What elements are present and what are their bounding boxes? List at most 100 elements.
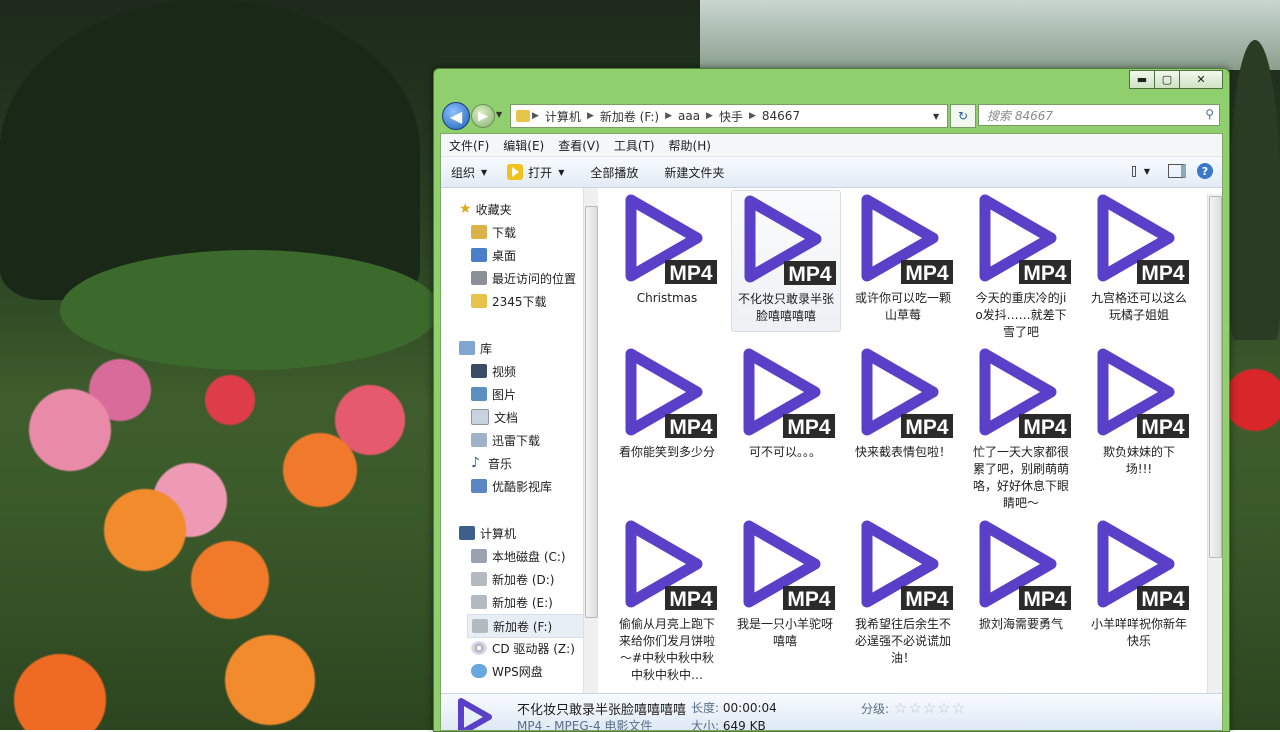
forward-button[interactable]: ▶ [471, 104, 495, 128]
nav-favorites[interactable]: ★ 收藏夹 [459, 198, 512, 220]
nav-recent-places[interactable]: 最近访问的位置 [471, 267, 576, 289]
nav-pictures[interactable]: 图片 [471, 383, 516, 405]
breadcrumb-kuaishou[interactable]: 快手 [719, 108, 743, 125]
file-item[interactable]: MP4 或许你可以吃一颗山草莓 [849, 190, 957, 330]
mp4-badge: MP4 [669, 262, 713, 285]
nav-drive-f[interactable]: 新加卷 (F:) [467, 614, 598, 638]
file-item[interactable]: MP4 掀刘海需要勇气 [967, 516, 1075, 656]
nav-label: 计算机 [480, 526, 517, 541]
breadcrumb-drive-f[interactable]: 新加卷 (F:) [600, 108, 659, 125]
file-item[interactable]: MP4 看你能笑到多少分 [613, 344, 721, 484]
nav-scroll-thumb[interactable] [585, 206, 598, 618]
view-icon [1132, 165, 1136, 177]
chevron-down-icon: ▼ [1143, 166, 1150, 176]
play-all-button[interactable]: 全部播放 [580, 157, 648, 187]
bush-shape [60, 250, 440, 370]
breadcrumb-computer[interactable]: 计算机 [545, 108, 581, 125]
nav-drive-e[interactable]: 新加卷 (E:) [471, 591, 553, 613]
search-icon[interactable]: ⚲ [1205, 107, 1214, 121]
breadcrumb-aaa[interactable]: aaa [678, 109, 700, 123]
close-button[interactable]: ✕ [1179, 70, 1223, 89]
file-item[interactable]: MP4 可不可以。。。 [731, 344, 839, 484]
breadcrumb-84667[interactable]: 84667 [762, 109, 800, 123]
rating-star-icon[interactable]: ☆ [937, 699, 950, 717]
recent-pages-dropdown-icon[interactable]: ▼ [496, 110, 502, 119]
mp4-badge: MP4 [1023, 416, 1067, 439]
nav-label: 新加卷 (D:) [492, 572, 555, 587]
help-button[interactable]: ? [1196, 163, 1214, 179]
address-bar[interactable]: ▶ 计算机 ▶ 新加卷 (F:) ▶ aaa ▶ 快手 ▶ 84667 ▼ [510, 104, 948, 128]
file-name: 今天的重庆冷的jio发抖……就差下雪了吧 [975, 291, 1067, 339]
new-folder-button[interactable]: 新建文件夹 [654, 157, 734, 187]
file-item[interactable]: MP4 欺负妹妹的下场!!! [1085, 344, 1193, 484]
organize-button[interactable]: 组织 ▼ [441, 157, 497, 187]
maximize-button[interactable]: ▢ [1154, 70, 1180, 89]
nav-downloads[interactable]: 下载 [471, 221, 516, 243]
menu-tools[interactable]: 工具(T) [614, 137, 655, 154]
rating-star-icon[interactable]: ☆ [894, 699, 907, 717]
files-scroll-thumb[interactable] [1209, 196, 1222, 558]
file-name: 我是一只小羊驼呀嘻嘻 [737, 617, 834, 648]
nav-documents[interactable]: 文档 [471, 406, 518, 428]
forward-arrow-icon: ▶ [478, 108, 488, 124]
file-item[interactable]: MP4 我是一只小羊驼呀嘻嘻 [731, 516, 839, 656]
file-item[interactable]: MP4 今天的重庆冷的jio发抖……就差下雪了吧 [967, 190, 1075, 339]
nav-computer[interactable]: 计算机 [459, 522, 516, 544]
search-input[interactable]: 搜索 84667 ⚲ [978, 104, 1220, 126]
menu-help[interactable]: 帮助(H) [669, 137, 711, 154]
file-item[interactable]: MP4 快来截表情包啦！ [849, 344, 957, 484]
nav-drive-c[interactable]: 本地磁盘 (C:) [471, 545, 566, 567]
youku-library-icon [471, 479, 487, 493]
star-icon: ★ [459, 201, 472, 217]
mp4-video-icon: MP4 [1097, 520, 1189, 611]
menu-edit[interactable]: 编辑(E) [503, 137, 544, 154]
nav-wps-cloud[interactable]: WPS网盘 [471, 660, 543, 682]
rating-stars[interactable]: ☆☆☆☆☆ [893, 699, 965, 717]
address-dropdown-icon[interactable]: ▼ [933, 112, 939, 121]
file-item[interactable]: MP4 偷偷从月亮上跑下来给你们发月饼啦～#中秋中秋中秋中秋中秋中… [613, 516, 721, 682]
mp4-video-icon: MP4 [861, 194, 953, 285]
file-name: 欺负妹妹的下场!!! [1102, 445, 1175, 476]
mp4-badge: MP4 [905, 262, 949, 285]
nav-desktop[interactable]: 桌面 [471, 244, 516, 266]
back-button[interactable]: ◀ [442, 102, 470, 130]
open-button[interactable]: 打开 ▼ [497, 157, 574, 187]
preview-pane-button[interactable] [1168, 163, 1186, 179]
nav-label: 新加卷 (F:) [493, 619, 553, 634]
nav-cd-drive[interactable]: CD 驱动器 (Z:) [471, 637, 575, 659]
mp4-badge: MP4 [788, 263, 832, 286]
details-pane: 不化妆只敢录半张脸嘻嘻嘻嘻 MP4 - MPEG-4 电影文件 长度: 00:0… [441, 693, 1222, 730]
file-item[interactable]: MP4 小羊咩咩祝你新年快乐 [1085, 516, 1193, 656]
nav-youku-library[interactable]: 优酷影视库 [471, 475, 552, 497]
change-view-button[interactable]: ▼ [1132, 163, 1150, 179]
refresh-button[interactable]: ↻ [950, 104, 976, 128]
navigation-row: ◀ ▶ ▼ ▶ 计算机 ▶ 新加卷 (F:) ▶ aaa ▶ 快手 ▶ 8466… [440, 99, 1223, 130]
mp4-badge: MP4 [905, 416, 949, 439]
menu-file[interactable]: 文件(F) [449, 137, 489, 154]
nav-videos[interactable]: 视频 [471, 360, 516, 382]
player-app-icon [507, 164, 524, 180]
rating-star-icon[interactable]: ☆ [923, 699, 936, 717]
nav-2345-downloads[interactable]: 2345下载 [471, 290, 547, 312]
file-item[interactable]: MP4 我希望往后余生不必逞强不必说谎加油！ [849, 516, 957, 665]
minimize-button[interactable]: ▬ [1129, 70, 1155, 89]
file-item[interactable]: MP4 忙了一天大家都很累了吧，别刷萌萌咯，好好休息下眼睛吧～ [967, 344, 1075, 510]
nav-drive-d[interactable]: 新加卷 (D:) [471, 568, 554, 590]
nav-label: CD 驱动器 (Z:) [492, 641, 575, 656]
file-name: 掀刘海需要勇气 [978, 617, 1063, 631]
nav-label: 图片 [492, 387, 517, 402]
files-scrollbar[interactable] [1207, 194, 1222, 694]
file-item[interactable]: MP4 九宫格还可以这么玩橘子姐姐 [1085, 190, 1193, 330]
nav-xunlei-downloads[interactable]: 迅雷下载 [471, 429, 540, 451]
details-rating: 分级: ☆☆☆☆☆ [861, 699, 965, 717]
nav-music[interactable]: ♪ 音乐 [471, 452, 512, 474]
file-item[interactable]: MP4 Christmas [613, 190, 721, 330]
nav-label: 桌面 [492, 248, 517, 263]
file-item[interactable]: MP4 不化妆只敢录半张脸嘻嘻嘻嘻 [731, 190, 841, 332]
rating-star-icon[interactable]: ☆ [952, 699, 965, 717]
rating-star-icon[interactable]: ☆ [908, 699, 921, 717]
menu-view[interactable]: 查看(V) [558, 137, 600, 154]
nav-libraries[interactable]: 库 [459, 337, 492, 359]
file-name: 或许你可以吃一颗山草莓 [855, 291, 952, 322]
nav-scrollbar[interactable] [583, 188, 598, 694]
